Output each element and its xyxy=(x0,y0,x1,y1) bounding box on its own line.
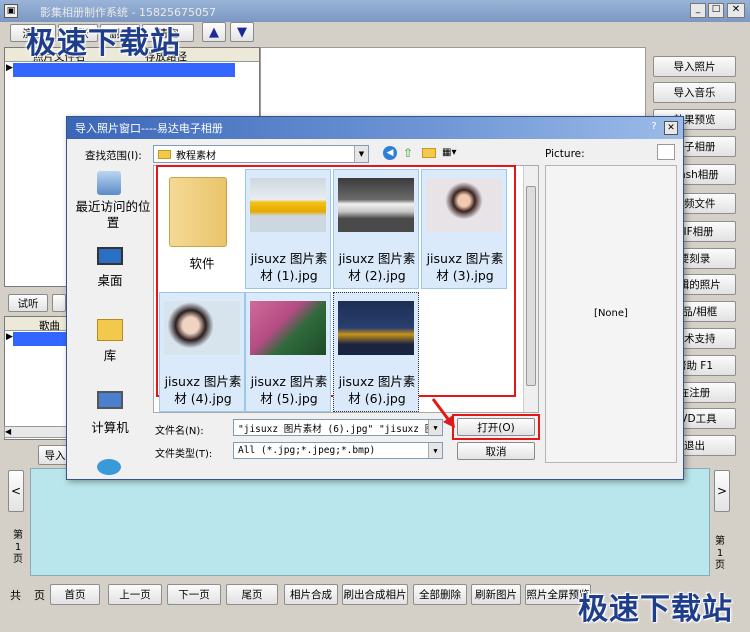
list-item[interactable]: jisuxz 图片素材 (3).jpg xyxy=(421,169,507,289)
list-item[interactable]: jisuxz 图片素材 (1).jpg xyxy=(245,169,331,289)
up-folder-icon[interactable]: ⇧ xyxy=(403,146,417,160)
place-computer[interactable]: 计算机 xyxy=(77,417,143,436)
compose-photo-button[interactable]: 相片合成 xyxy=(284,584,338,605)
app-icon: ▣ xyxy=(4,4,18,18)
night-city-photo-thumbnail xyxy=(338,301,414,355)
maximize-icon[interactable]: □ xyxy=(708,3,724,18)
preview-toggle-icon[interactable] xyxy=(657,144,675,160)
list-item-label: 软件 xyxy=(189,256,215,271)
folder-icon xyxy=(169,177,227,247)
total-pages-unit: 页 xyxy=(34,589,45,602)
annotation-arrow-icon xyxy=(431,398,455,428)
thumbnail-strip[interactable] xyxy=(30,468,710,576)
horizontal-scrollbar[interactable]: ◀ xyxy=(4,426,68,438)
file-type-label: 文件类型(T): xyxy=(155,449,213,460)
next-page-button[interactable]: 下一页 xyxy=(167,584,221,605)
left-page-indicator: 第 1 页 xyxy=(13,530,23,565)
look-in-dropdown[interactable]: 教程素材 ▼ xyxy=(153,145,369,163)
next-page-arrow-button[interactable]: > xyxy=(714,470,730,512)
list-item-label: jisuxz 图片素材 (2).jpg xyxy=(338,251,416,283)
table-row[interactable] xyxy=(13,63,235,77)
place-library[interactable]: 库 xyxy=(77,345,143,364)
import-photo-button[interactable]: 导入照片 xyxy=(653,56,736,77)
file-type-dropdown[interactable]: All (*.jpg;*.jpeg;*.bmp) ▼ xyxy=(233,442,443,459)
prev-page-button[interactable]: 上一页 xyxy=(108,584,162,605)
back-icon[interactable]: ◀ xyxy=(383,146,397,160)
move-down-button[interactable]: ▼ xyxy=(230,22,254,42)
first-page-button[interactable]: 首页 xyxy=(50,584,100,605)
preview-label: Picture: xyxy=(545,148,585,160)
prev-page-arrow-button[interactable]: < xyxy=(8,470,24,512)
refresh-images-button[interactable]: 刷新图片 xyxy=(471,584,521,605)
list-item-label: jisuxz 图片素材 (1).jpg xyxy=(250,251,328,283)
library-icon[interactable] xyxy=(97,319,123,341)
file-name-value: "jisuxz 图片素材 (6).jpg" "jisuxz 图片素 xyxy=(238,423,443,435)
list-item[interactable]: jisuxz 图片素材 (5).jpg xyxy=(245,292,331,412)
list-item-label: jisuxz 图片素材 (4).jpg xyxy=(164,374,242,406)
portrait-photo-thumbnail xyxy=(426,178,502,232)
list-item-label: jisuxz 图片素材 (5).jpg xyxy=(250,374,328,406)
row-pointer-icon: ▶ xyxy=(6,63,13,73)
car-photo-thumbnail xyxy=(250,178,326,232)
table-row[interactable] xyxy=(13,332,67,346)
watermark-top: 极速下载站 xyxy=(26,26,181,61)
preview-panel: [None] xyxy=(545,165,677,463)
place-recent[interactable]: 最近访问的位置 xyxy=(75,199,151,231)
right-page-indicator: 第 1 页 xyxy=(715,536,725,571)
minimize-icon[interactable]: _ xyxy=(690,3,706,18)
close-icon[interactable]: ✕ xyxy=(727,3,745,18)
export-composed-button[interactable]: 刷出合成相片 xyxy=(342,584,408,605)
import-photo-dialog: 导入照片窗口----易达电子相册 ? ✕ 查找范围(I): 教程素材 ▼ ◀ ⇧… xyxy=(66,116,684,480)
chevron-down-icon: ▼ xyxy=(354,146,368,162)
dialog-title-bar: 导入照片窗口----易达电子相册 xyxy=(67,117,683,139)
list-item-label: jisuxz 图片素材 (6).jpg xyxy=(338,374,416,406)
folder-icon xyxy=(158,149,171,159)
watermark-bottom: 极速下载站 xyxy=(578,592,733,627)
import-music-side-button[interactable]: 导入音乐 xyxy=(653,82,736,103)
dialog-title: 导入照片窗口----易达电子相册 xyxy=(75,122,223,135)
open-button[interactable]: 打开(O) xyxy=(457,418,535,436)
file-name-input[interactable]: "jisuxz 图片素材 (6).jpg" "jisuxz 图片素 ▼ xyxy=(233,419,443,436)
file-type-value: All (*.jpg;*.jpeg;*.bmp) xyxy=(238,445,376,456)
delete-all-button[interactable]: 全部删除 xyxy=(413,584,467,605)
view-menu-icon[interactable]: ▦▾ xyxy=(442,147,462,159)
network-icon[interactable] xyxy=(97,459,121,475)
total-pages-label: 共 xyxy=(10,589,21,602)
cancel-button[interactable]: 取消 xyxy=(457,442,535,460)
new-folder-icon[interactable] xyxy=(422,148,436,158)
desktop-icon[interactable] xyxy=(97,247,123,265)
list-item-label: jisuxz 图片素材 (3).jpg xyxy=(426,251,504,283)
dialog-help-icon[interactable]: ? xyxy=(647,121,661,135)
list-item[interactable]: jisuxz 图片素材 (2).jpg xyxy=(333,169,419,289)
move-up-button[interactable]: ▲ xyxy=(202,22,226,42)
list-item[interactable]: jisuxz 图片素材 (6).jpg xyxy=(333,292,419,412)
list-item[interactable]: 软件 xyxy=(159,169,245,289)
landscape-photo-thumbnail xyxy=(250,301,326,355)
last-page-button[interactable]: 尾页 xyxy=(226,584,278,605)
look-in-label: 查找范围(I): xyxy=(85,150,142,162)
look-in-value: 教程素材 xyxy=(176,150,216,162)
music-table[interactable]: 歌曲名 ▶ xyxy=(4,316,68,440)
row-pointer-icon: ▶ xyxy=(6,332,13,342)
place-desktop[interactable]: 桌面 xyxy=(77,270,143,289)
file-list-scrollbar[interactable] xyxy=(523,166,538,412)
dialog-close-icon[interactable]: ✕ xyxy=(664,121,678,135)
car-photo-thumbnail xyxy=(338,178,414,232)
file-name-label: 文件名(N): xyxy=(155,426,204,437)
chevron-down-icon: ▼ xyxy=(428,443,442,458)
recent-places-icon[interactable] xyxy=(97,171,121,195)
portrait-photo-thumbnail xyxy=(164,301,240,355)
list-item[interactable]: jisuxz 图片素材 (4).jpg xyxy=(159,292,245,412)
computer-icon[interactable] xyxy=(97,391,123,409)
preview-none-text: [None] xyxy=(594,308,628,319)
listen-button[interactable]: 试听 xyxy=(8,294,48,312)
